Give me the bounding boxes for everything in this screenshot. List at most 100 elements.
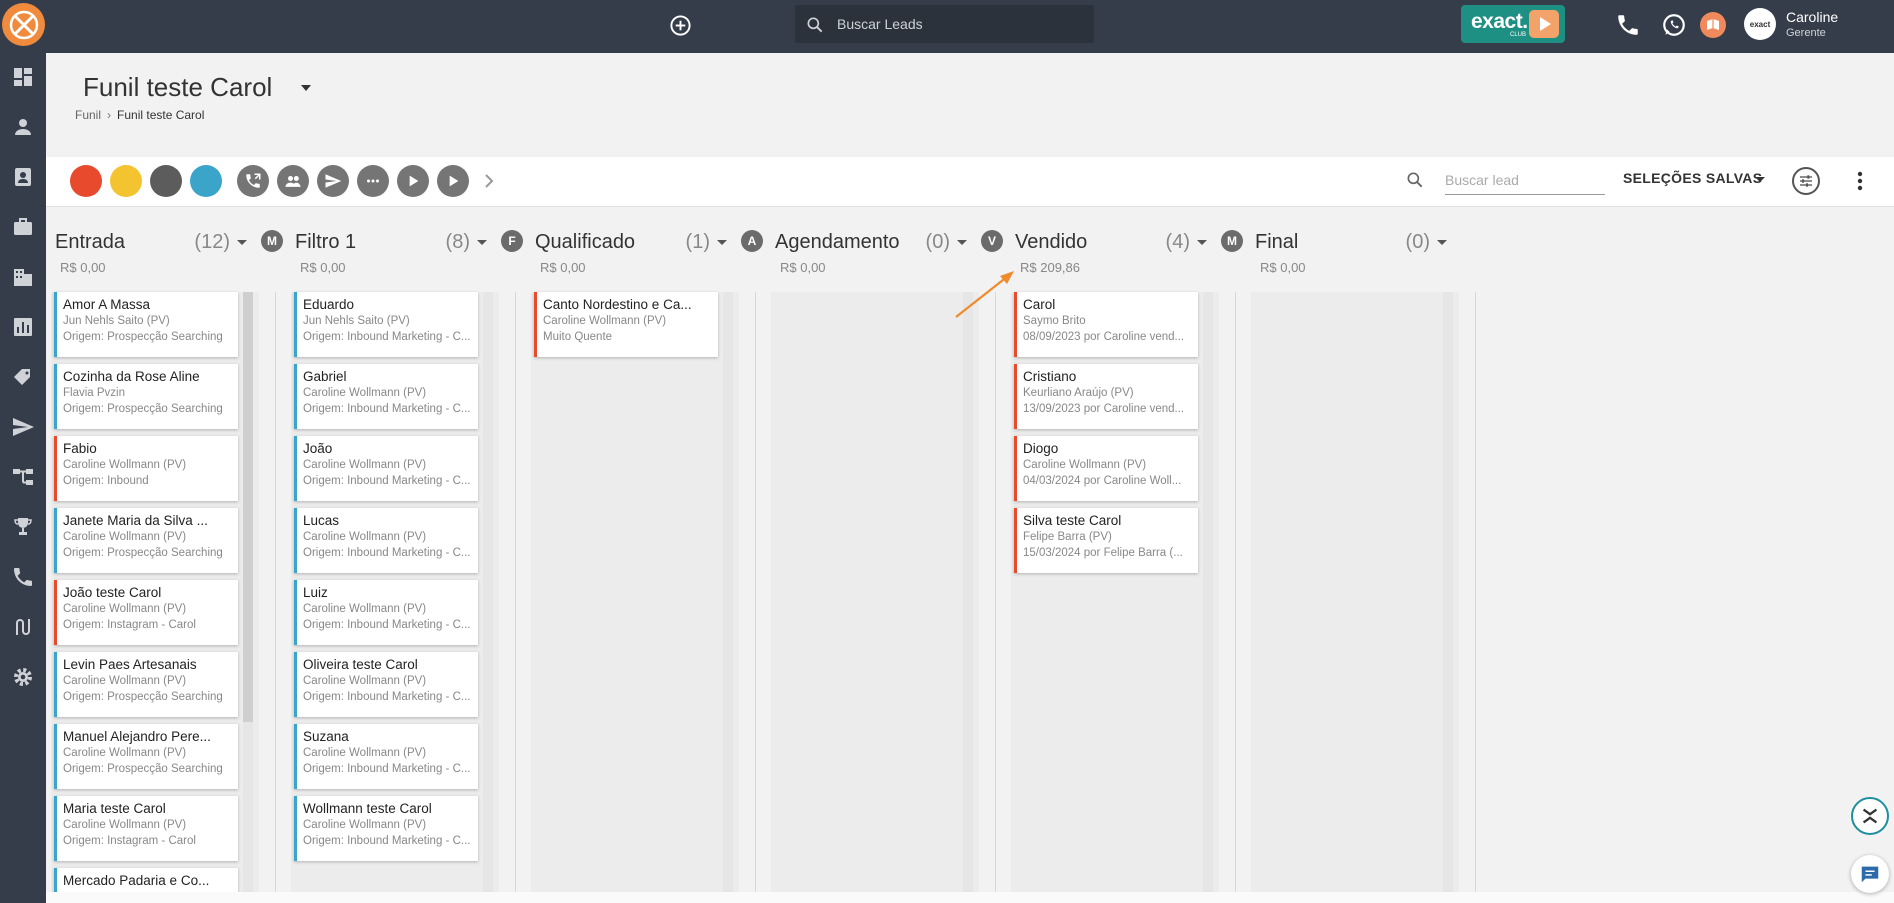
more-vert-icon[interactable]: [1852, 168, 1868, 194]
lead-name: Diogo: [1023, 441, 1059, 456]
lead-card[interactable]: Eduardo Jun Nehls Saito (PV) Origem: Inbou…: [294, 292, 478, 357]
lead-card[interactable]: Silva teste Carol Felipe Barra (PV) 15/03/…: [1014, 508, 1198, 573]
more-actions-button[interactable]: [357, 165, 389, 197]
lead-card[interactable]: Maria teste Carol Caroline Wollmann (PV) O…: [54, 796, 238, 861]
saved-selections-button[interactable]: SELEÇÕES SALVAS: [1623, 170, 1762, 186]
column-menu-chevron-down-icon[interactable]: [1436, 239, 1448, 246]
filter-gray-dot[interactable]: [150, 165, 182, 197]
filter-blue-dot[interactable]: [190, 165, 222, 197]
column-scrollbar[interactable]: [963, 292, 973, 892]
lead-card[interactable]: Levin Paes Artesanais Caroline Wollmann (…: [54, 652, 238, 717]
lead-card[interactable]: Amor A Massa Jun Nehls Saito (PV) Origem: …: [54, 292, 238, 357]
column-scrollbar-thumb[interactable]: [243, 292, 253, 722]
lead-search-input[interactable]: [1445, 165, 1605, 195]
phone-icon[interactable]: [11, 565, 35, 589]
academy-button[interactable]: [1700, 12, 1726, 38]
horizontal-scrollbar[interactable]: [46, 892, 1894, 903]
gear-icon[interactable]: [11, 665, 35, 689]
whatsapp-button[interactable]: [1661, 12, 1687, 38]
user-avatar[interactable]: exact: [1744, 8, 1776, 40]
lead-card[interactable]: João Caroline Wollmann (PV) Origem: Inboun…: [294, 436, 478, 501]
add-button[interactable]: [669, 14, 692, 37]
lead-detail: Origem: Inbound Marketing - C...: [303, 619, 471, 631]
lead-card[interactable]: Cristiano Keurliano Araújo (PV) 13/09/2023…: [1014, 364, 1198, 429]
column-title: Final: [1255, 231, 1299, 253]
column-badge: A: [741, 230, 763, 252]
column-title: Filtro 1: [295, 231, 357, 253]
lead-card[interactable]: Janete Maria da Silva ... Caroline Wollma…: [54, 508, 238, 573]
building-icon[interactable]: [11, 265, 35, 289]
column-count: (12): [194, 231, 230, 253]
breadcrumb-link[interactable]: Funil: [75, 108, 101, 122]
phone-icon: [1618, 15, 1638, 35]
briefcase-icon[interactable]: [11, 215, 35, 239]
add-circle-icon: [670, 15, 691, 36]
column-menu-chevron-down-icon[interactable]: [236, 239, 248, 246]
send-icon[interactable]: [11, 415, 35, 439]
column-title: Entrada: [55, 231, 126, 253]
column-menu-chevron-down-icon[interactable]: [956, 239, 968, 246]
person-icon[interactable]: [11, 115, 35, 139]
dashboard-icon[interactable]: [11, 65, 35, 89]
lead-card[interactable]: Canto Nordestino e Ca... Caroline Wollman…: [534, 292, 718, 357]
column-count: (1): [685, 231, 710, 253]
column-total-value: R$ 0,00: [780, 260, 826, 275]
app-logo[interactable]: [2, 3, 45, 46]
column-scrollbar[interactable]: [1443, 292, 1453, 892]
lead-card[interactable]: Oliveira teste Carol Caroline Wollmann (P…: [294, 652, 478, 717]
group-button[interactable]: [277, 165, 309, 197]
column-title: Vendido: [1015, 231, 1088, 253]
phone-transfer-button[interactable]: [237, 165, 269, 197]
lead-detail: Origem: Inbound Marketing - C...: [303, 691, 471, 703]
user-name[interactable]: Caroline: [1786, 9, 1838, 25]
exact-club-badge[interactable]: exact. CLUB: [1461, 5, 1565, 43]
lead-name: Silva teste Carol: [1023, 513, 1122, 528]
filter-yellow-dot[interactable]: [110, 165, 142, 197]
lead-detail: Origem: Prospecção Searching: [63, 331, 223, 343]
column-menu-chevron-down-icon[interactable]: [716, 239, 728, 246]
trophy-icon[interactable]: [11, 515, 35, 539]
global-search[interactable]: Buscar Leads: [795, 5, 1094, 43]
column-scrollbar[interactable]: [483, 292, 493, 892]
column-menu-chevron-down-icon[interactable]: [476, 239, 488, 246]
lead-card[interactable]: Lucas Caroline Wollmann (PV) Origem: Inbou…: [294, 508, 478, 573]
route-icon[interactable]: [11, 615, 35, 639]
lead-detail: Origem: Instagram - Carol: [63, 619, 196, 631]
annotation-arrow-icon: [955, 271, 1014, 318]
play-button-2[interactable]: [437, 165, 469, 197]
filter-red-dot[interactable]: [70, 165, 102, 197]
lead-card[interactable]: Suzana Caroline Wollmann (PV) Origem: Inbo…: [294, 724, 478, 789]
chat-button[interactable]: [1851, 855, 1889, 893]
column-menu-chevron-down-icon[interactable]: [1196, 239, 1208, 246]
lead-card[interactable]: Wollmann teste Carol Caroline Wollmann (P…: [294, 796, 478, 861]
lead-card[interactable]: Cozinha da Rose Aline Flavia Pvzin Origem:…: [54, 364, 238, 429]
collapse-button[interactable]: [1851, 797, 1889, 835]
send-button[interactable]: [317, 165, 349, 197]
tags-icon[interactable]: [11, 365, 35, 389]
column-scrollbar[interactable]: [723, 292, 733, 892]
hierarchy-icon[interactable]: [11, 465, 35, 489]
search-icon: [807, 17, 823, 33]
play-button-1[interactable]: [397, 165, 429, 197]
chart-icon[interactable]: [11, 315, 35, 339]
lead-card[interactable]: Luiz Caroline Wollmann (PV) Origem: Inboun…: [294, 580, 478, 645]
contacts-icon[interactable]: [11, 165, 35, 189]
send-icon: [325, 174, 342, 188]
phone-button[interactable]: [1615, 12, 1641, 38]
filter-settings-button[interactable]: [1792, 167, 1820, 195]
funnel-select-caret-icon[interactable]: [300, 84, 312, 92]
lead-name: Lucas: [303, 513, 340, 528]
chevron-down-icon[interactable]: [1754, 176, 1766, 183]
chevron-right-icon[interactable]: [483, 173, 495, 189]
lead-card[interactable]: João teste Carol Caroline Wollmann (PV) Or…: [54, 580, 238, 645]
lead-card[interactable]: Fabio Caroline Wollmann (PV) Origem: Inbou…: [54, 436, 238, 501]
lead-detail: 13/09/2023 por Caroline vend...: [1023, 403, 1185, 415]
lead-card[interactable]: Gabriel Caroline Wollmann (PV) Origem: Inb…: [294, 364, 478, 429]
column-scrollbar[interactable]: [1203, 292, 1213, 892]
search-icon[interactable]: [1405, 170, 1425, 190]
lead-card[interactable]: Carol Saymo Brito 08/09/2023 por Caroline …: [1014, 292, 1198, 357]
column-lane: [771, 292, 979, 892]
column-title: Agendamento: [775, 231, 900, 253]
lead-card[interactable]: Diogo Caroline Wollmann (PV) 04/03/2024 po…: [1014, 436, 1198, 501]
lead-card[interactable]: Manuel Alejandro Pere... Caroline Wollman…: [54, 724, 238, 789]
